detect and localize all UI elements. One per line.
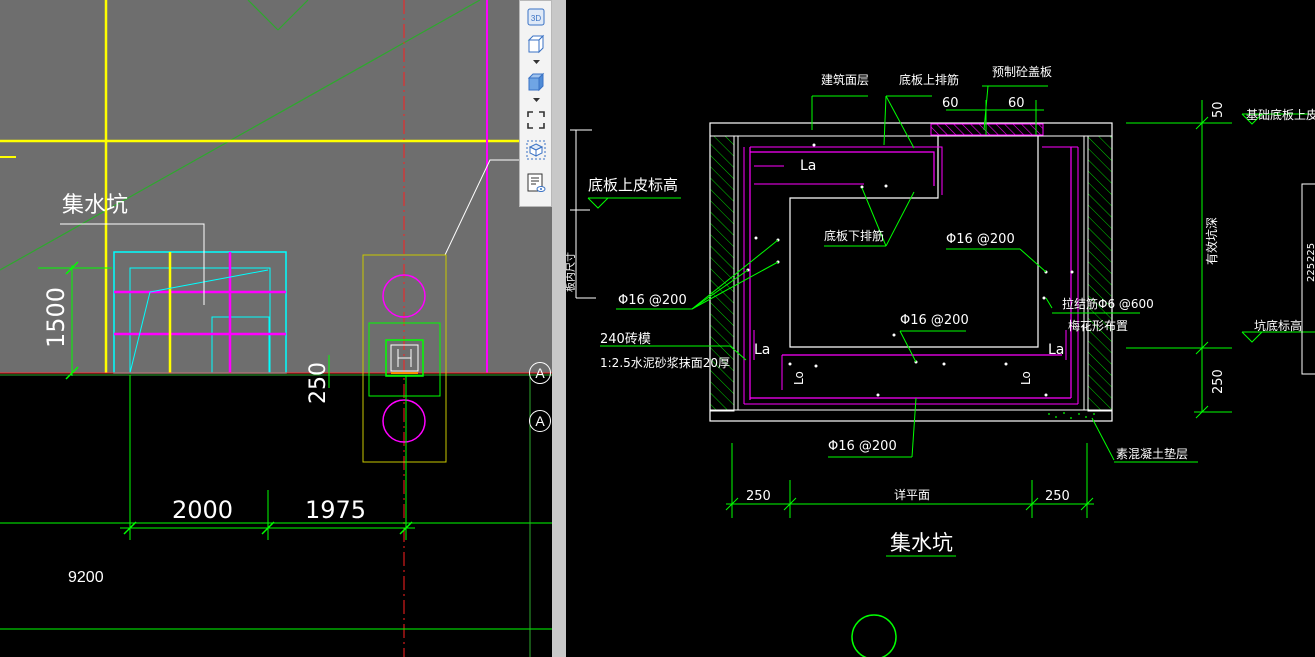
- concrete-cushion-label: 素混凝土垫层: [1116, 446, 1188, 461]
- dim-span-1-label: 2000: [172, 496, 233, 524]
- dim-60-b-label: 60: [1008, 96, 1025, 111]
- solid-box-view-icon: [527, 72, 545, 92]
- brick-mold-label: 240砖模: [600, 332, 651, 347]
- la-label-1: La: [800, 158, 816, 174]
- chevron-down-icon[interactable]: [532, 97, 541, 103]
- building-surface-label: 建筑面层: [821, 72, 869, 87]
- plum-layout-label: 梅花形布置: [1068, 318, 1128, 333]
- detail-callout-circle: [851, 614, 897, 657]
- rotate-cube-button[interactable]: [524, 139, 548, 161]
- property-list-button[interactable]: [524, 172, 548, 194]
- axis-bubble-top[interactable]: A: [529, 362, 551, 384]
- svg-text:3D: 3D: [531, 14, 541, 23]
- foundation-top-label: 基础底板上皮: [1246, 107, 1315, 122]
- dim-60-a-label: 60: [942, 96, 959, 111]
- lo-label-1: Lo: [792, 371, 806, 385]
- dim-offset-label: 250: [306, 362, 331, 404]
- dim-250-vertical-label: 250: [1211, 369, 1226, 394]
- tie-rebar-label: 拉结筋Φ6 @600: [1062, 296, 1154, 311]
- rebar-phi16-label-b: Φ16 @200: [618, 293, 687, 308]
- pane-splitter[interactable]: [552, 0, 566, 657]
- property-list-icon: [527, 173, 546, 192]
- la-label-2: La: [754, 342, 770, 358]
- detail-drawing-viewport[interactable]: 板内尺寸 La La La Lo Lo 建筑面层 底板上排筋 预制砼盖板 60 …: [566, 0, 1315, 657]
- box-view-button[interactable]: [524, 33, 548, 55]
- edge-dim-b-label: 225: [1306, 263, 1315, 282]
- chevron-down-icon[interactable]: [532, 59, 541, 65]
- axis-bubble-bottom[interactable]: A: [529, 410, 551, 432]
- pit-detail-drawing: 板内尺寸 La La La Lo Lo 建筑面层 底板上排筋 预制砼盖板 60 …: [566, 65, 1315, 657]
- rotate-cube-icon: [526, 140, 546, 160]
- la-label-3: La: [1048, 342, 1064, 358]
- rebar-phi16-label-a: Φ16 @200: [946, 232, 1015, 247]
- precast-cover: [930, 123, 1044, 136]
- pit-bottom-elev-label: 坑底标高: [1254, 318, 1302, 333]
- solid-box-view-button[interactable]: [524, 71, 548, 93]
- edge-dim-a-label: 225: [1306, 243, 1315, 262]
- rebar-phi16-label-c: Φ16 @200: [900, 313, 969, 328]
- box-view-icon: [527, 34, 545, 54]
- model-background: [0, 0, 552, 373]
- dim-height-label: 1500: [42, 287, 70, 348]
- bottom-rebar-label: 底板下排筋: [824, 228, 884, 243]
- model-viewport[interactable]: 集水坑 1500 250 2000 1975 9200 A A 3D: [0, 0, 552, 657]
- dim-50-label: 50: [1211, 101, 1226, 118]
- lo-label-2: Lo: [1019, 371, 1033, 385]
- fit-window-button[interactable]: [524, 109, 548, 131]
- dim-250-left-label: 250: [746, 489, 771, 504]
- side-tag: 板内尺寸: [566, 252, 577, 292]
- 3d-view-button[interactable]: 3D: [524, 6, 548, 28]
- pit-outer-outline: [709, 122, 1113, 422]
- detail-plan-label: 详平面: [894, 487, 930, 502]
- dim-span-2-label: 1975: [305, 496, 366, 524]
- mortar-label: 1:2.5水泥砂浆抹面20厚: [600, 355, 730, 370]
- slab-top-elev-label: 底板上皮标高: [588, 176, 678, 194]
- room-label: 集水坑: [62, 193, 128, 218]
- total-length-label: 9200: [68, 569, 104, 586]
- dim-250-right-label: 250: [1045, 489, 1070, 504]
- fit-window-icon: [527, 111, 545, 129]
- model-drawing: 集水坑 1500 250 2000 1975 9200: [0, 0, 552, 657]
- detail-title: 集水坑: [890, 531, 953, 555]
- top-rebar-label: 底板上排筋: [899, 72, 959, 87]
- effective-depth-label: 有效坑深: [1204, 217, 1219, 265]
- view-toolbar: 3D: [519, 0, 552, 207]
- rebar-phi16-label-d: Φ16 @200: [828, 439, 897, 454]
- precast-cover-label: 预制砼盖板: [992, 65, 1052, 79]
- 3d-view-icon: 3D: [527, 8, 545, 26]
